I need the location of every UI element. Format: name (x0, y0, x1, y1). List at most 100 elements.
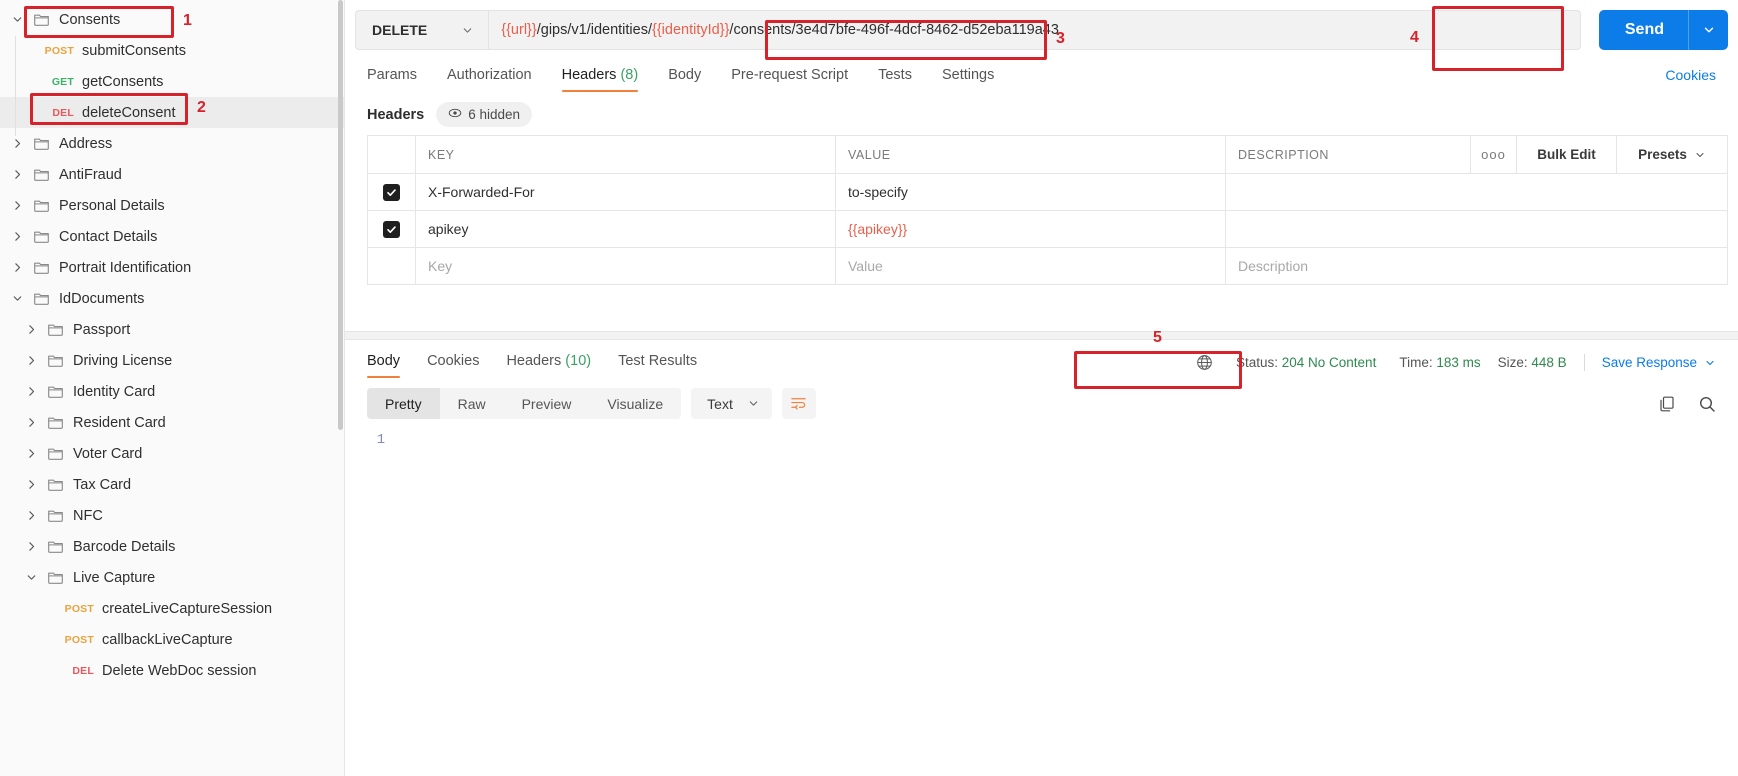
sidebar-folder-portrait-identification[interactable]: Portrait Identification (0, 252, 344, 283)
chevron-right-icon[interactable] (4, 199, 30, 212)
sidebar-folder-passport[interactable]: Passport (0, 314, 344, 345)
headers-title: Headers (367, 106, 425, 123)
header-value-placeholder[interactable]: Value (848, 258, 883, 274)
sidebar-folder-voter-card[interactable]: Voter Card (0, 438, 344, 469)
request-tab-settings[interactable]: Settings (942, 67, 994, 92)
time-label: Time: (1399, 355, 1433, 370)
header-key[interactable]: apikey (428, 221, 468, 237)
folder-icon (44, 476, 66, 493)
chevron-right-icon[interactable] (4, 230, 30, 243)
sidebar-request-callbacklivecapture[interactable]: POST callbackLiveCapture (0, 624, 344, 655)
http-method-selector[interactable]: DELETE (356, 11, 490, 49)
header-enabled-checkbox[interactable] (383, 183, 400, 201)
sidebar-folder-address[interactable]: Address (0, 128, 344, 159)
headers-table[interactable]: KEY VALUE DESCRIPTION ooo Bulk Edit Pres… (367, 135, 1728, 285)
sidebar-folder-barcode-details[interactable]: Barcode Details (0, 531, 344, 562)
cookies-link[interactable]: Cookies (1665, 67, 1716, 83)
tab-label: Authorization (446, 67, 532, 83)
chevron-down-icon[interactable] (18, 571, 44, 584)
view-mode-visualize[interactable]: Visualize (589, 388, 681, 419)
response-tab-cookies[interactable]: Cookies (427, 353, 479, 378)
response-tab-body[interactable]: Body (367, 353, 401, 378)
header-value[interactable]: to-specify (848, 184, 908, 200)
collection-tree[interactable]: Consents POST submitConsents GET getConsents… (0, 0, 344, 686)
request-tab-body[interactable]: Body (668, 67, 701, 92)
save-response-button[interactable]: Save Response (1602, 355, 1716, 370)
search-icon[interactable] (1698, 395, 1716, 413)
chevron-right-icon[interactable] (18, 509, 44, 522)
ellipsis-icon: ooo (1481, 147, 1506, 162)
more-options-button[interactable]: ooo (1471, 136, 1517, 173)
request-tab-authorization[interactable]: Authorization (447, 67, 532, 92)
sidebar-request-delete-webdoc-session[interactable]: DEL Delete WebDoc session (0, 655, 344, 686)
chevron-right-icon[interactable] (18, 416, 44, 429)
sidebar-folder-resident-card[interactable]: Resident Card (0, 407, 344, 438)
header-description-placeholder[interactable]: Description (1238, 258, 1308, 274)
send-button[interactable]: Send (1598, 10, 1728, 50)
sidebar-folder-driving-license[interactable]: Driving License (0, 345, 344, 376)
chevron-right-icon[interactable] (4, 137, 30, 150)
hidden-headers-toggle[interactable]: 6 hidden (436, 102, 533, 127)
bulk-edit-button[interactable]: Bulk Edit (1517, 136, 1617, 173)
sidebar-folder-identity-card[interactable]: Identity Card (0, 376, 344, 407)
collection-sidebar[interactable]: Consents POST submitConsents GET getConsents… (0, 0, 345, 776)
chevron-right-icon[interactable] (18, 540, 44, 553)
wrap-lines-icon[interactable] (781, 388, 816, 419)
request-tab-params[interactable]: Params (367, 67, 417, 92)
chevron-right-icon[interactable] (4, 261, 30, 274)
url-bar[interactable]: DELETE {{url}}/gips/v1/identities/{{iden… (355, 10, 1581, 50)
response-tabs[interactable]: Body Cookies Headers (10) Test Results Stat… (345, 340, 1738, 378)
sidebar-folder-antifraud[interactable]: AntiFraud (0, 159, 344, 190)
sidebar-request-createlivecapturesession[interactable]: POST createLiveCaptureSession (0, 593, 344, 624)
request-tab-tests[interactable]: Tests (878, 67, 912, 92)
sidebar-scrollbar[interactable] (338, 0, 343, 430)
chevron-right-icon[interactable] (18, 447, 44, 460)
sidebar-folder-consents[interactable]: Consents (0, 4, 344, 35)
response-format-label: Text (707, 395, 733, 412)
chevron-right-icon[interactable] (18, 354, 44, 367)
pane-divider[interactable] (345, 331, 1738, 340)
sidebar-request-deleteconsent[interactable]: DEL deleteConsent (0, 97, 344, 128)
header-row[interactable]: X-Forwarded-For to-specify (368, 174, 1727, 211)
response-tab-headers[interactable]: Headers (10) (506, 353, 591, 378)
header-enabled-checkbox[interactable] (383, 220, 400, 238)
request-tabs[interactable]: Params Authorization Headers (8) Body Pre-re… (345, 58, 1738, 92)
request-tab-pre-request-script[interactable]: Pre-request Script (731, 67, 848, 92)
send-options-chevron-icon[interactable] (1688, 10, 1728, 50)
sidebar-item-label: AntiFraud (59, 166, 122, 183)
header-value[interactable]: {{apikey}} (848, 221, 907, 237)
copy-icon[interactable] (1658, 395, 1676, 413)
chevron-down-icon[interactable] (4, 13, 30, 26)
response-view-modes[interactable]: Pretty Raw Preview Visualize (367, 388, 682, 419)
header-enabled-checkbox-empty[interactable] (383, 258, 400, 275)
response-format-selector[interactable]: Text (691, 388, 772, 419)
header-row[interactable]: apikey {{apikey}} (368, 211, 1727, 248)
sidebar-request-getconsents[interactable]: GET getConsents (0, 66, 344, 97)
chevron-down-icon[interactable] (4, 292, 30, 305)
response-body-editor[interactable]: 1 (367, 433, 1716, 776)
chevron-right-icon[interactable] (18, 323, 44, 336)
response-body-text[interactable] (397, 433, 1716, 776)
header-row-placeholder[interactable]: Key Value Description (368, 248, 1727, 285)
chevron-right-icon[interactable] (4, 168, 30, 181)
sidebar-folder-tax-card[interactable]: Tax Card (0, 469, 344, 500)
sidebar-folder-nfc[interactable]: NFC (0, 500, 344, 531)
request-tab-headers[interactable]: Headers (8) (561, 67, 638, 92)
view-mode-preview[interactable]: Preview (504, 388, 590, 419)
chevron-right-icon[interactable] (18, 385, 44, 398)
header-key-placeholder[interactable]: Key (428, 258, 452, 274)
chevron-right-icon[interactable] (18, 478, 44, 491)
header-key[interactable]: X-Forwarded-For (428, 184, 535, 200)
view-mode-raw[interactable]: Raw (440, 388, 504, 419)
response-tab-test-results[interactable]: Test Results (618, 353, 697, 378)
presets-button[interactable]: Presets (1617, 136, 1727, 173)
header-cell-checkbox (368, 136, 416, 173)
globe-icon[interactable] (1196, 354, 1213, 371)
sidebar-request-submitconsents[interactable]: POST submitConsents (0, 35, 344, 66)
send-button-group[interactable]: Send (1598, 10, 1728, 50)
sidebar-folder-personal-details[interactable]: Personal Details (0, 190, 344, 221)
sidebar-folder-contact-details[interactable]: Contact Details (0, 221, 344, 252)
sidebar-folder-live-capture[interactable]: Live Capture (0, 562, 344, 593)
sidebar-folder-iddocuments[interactable]: IdDocuments (0, 283, 344, 314)
view-mode-pretty[interactable]: Pretty (367, 388, 440, 419)
